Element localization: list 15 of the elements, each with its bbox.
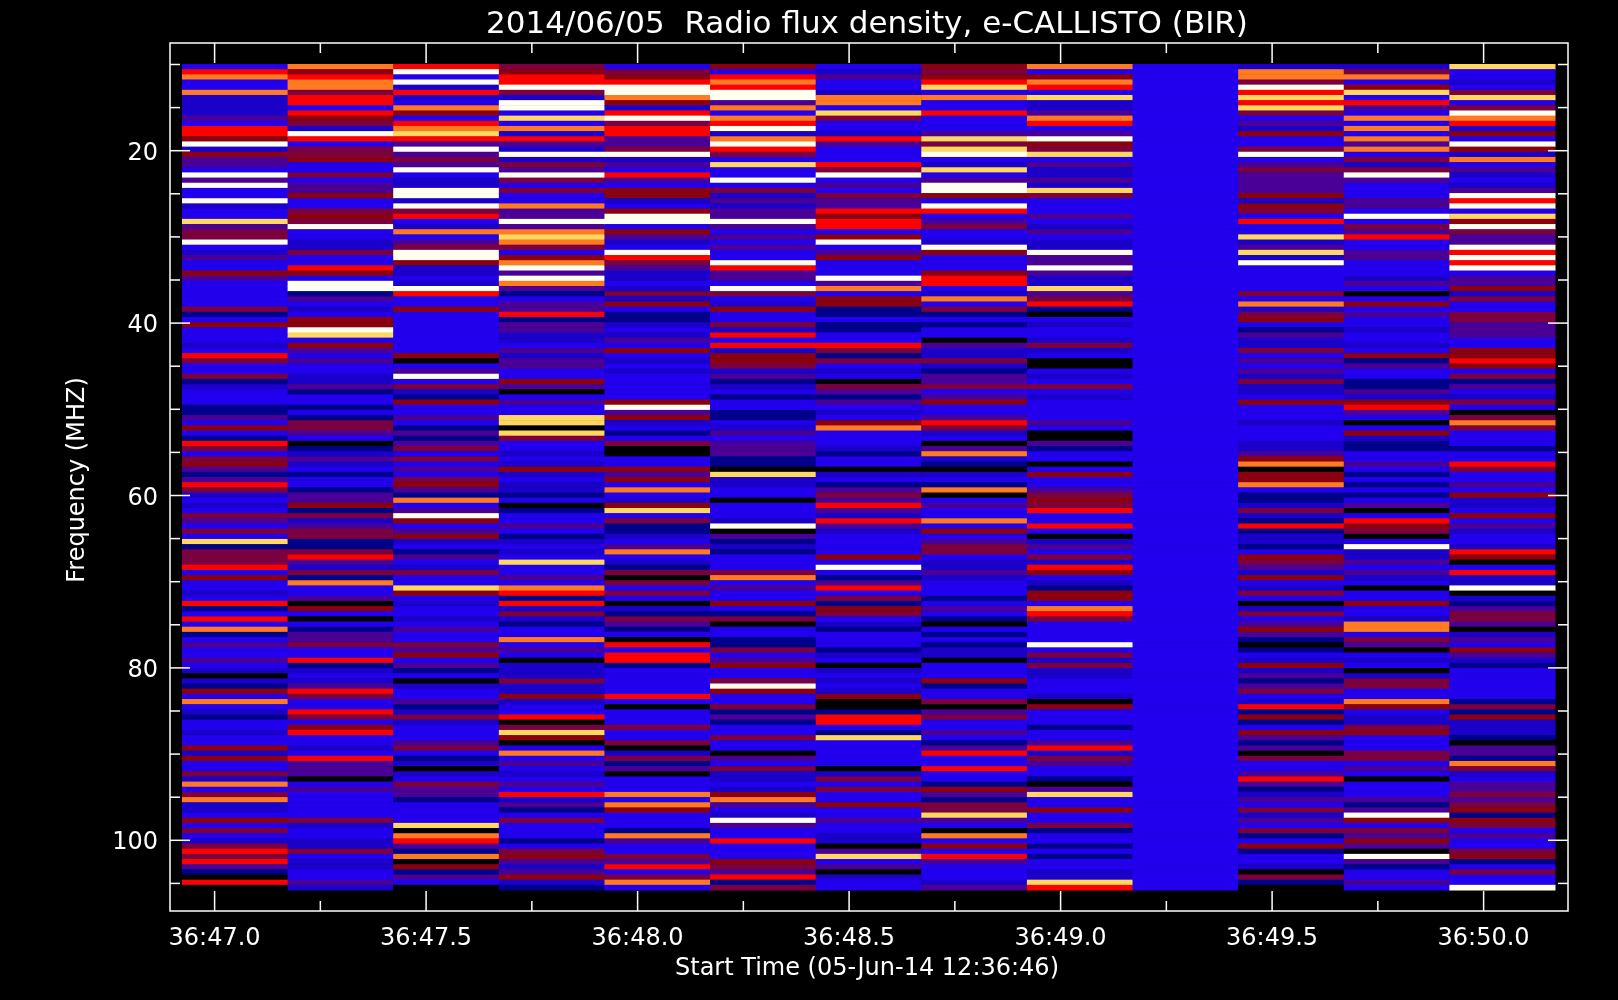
x-tick-label: 36:47.5 — [380, 923, 473, 951]
x-tick-label: 36:47.0 — [168, 923, 261, 951]
y-tick-label: 80 — [127, 654, 158, 683]
x-tick-label: 36:48.5 — [803, 923, 896, 951]
x-tick-label: 36:49.0 — [1014, 923, 1107, 951]
y-tick-label: 60 — [127, 482, 158, 511]
x-tick-label: 36:50.0 — [1437, 923, 1530, 951]
y-tick-label: 20 — [127, 137, 158, 166]
y-axis-label: Frequency (MHZ) — [62, 377, 90, 583]
y-tick-label: 100 — [112, 827, 158, 856]
x-axis-label: Start Time (05-Jun-14 12:36:46) — [675, 953, 1059, 981]
x-tick-label: 36:49.5 — [1226, 923, 1319, 951]
x-tick-label: 36:48.0 — [591, 923, 684, 951]
y-tick-label: 40 — [127, 310, 158, 339]
plot-title: 2014/06/05 Radio flux density, e-CALLISTO (BIR) — [486, 4, 1248, 40]
